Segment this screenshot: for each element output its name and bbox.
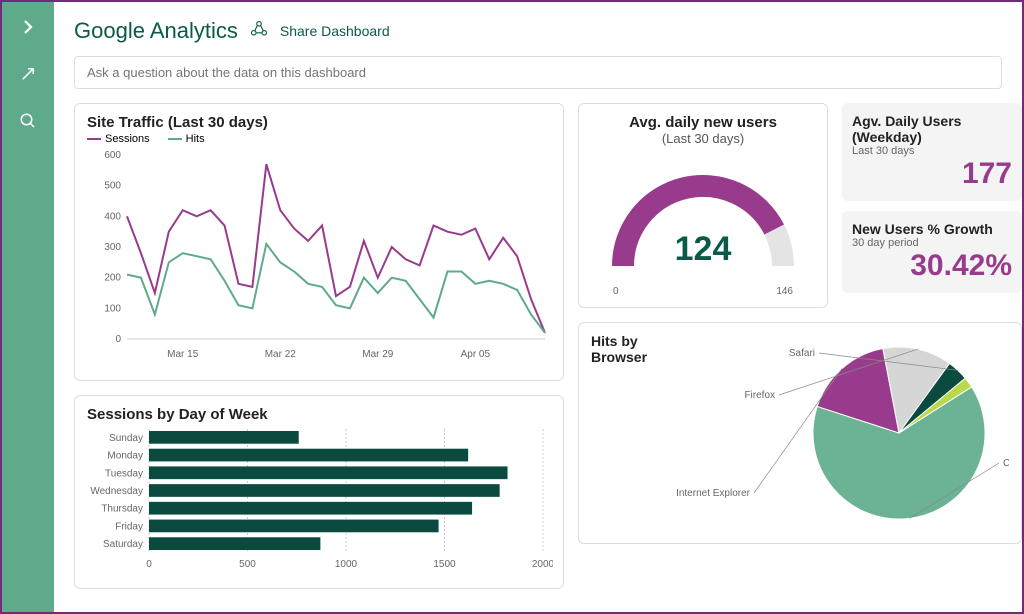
- header: Google Analytics Share Dashboard: [74, 18, 1002, 44]
- growth-card: New Users % Growth 30 day period 30.42%: [842, 211, 1022, 293]
- svg-text:300: 300: [104, 242, 121, 253]
- site-traffic-legend: Sessions Hits: [87, 133, 551, 145]
- share-button[interactable]: Share Dashboard: [280, 23, 390, 39]
- svg-text:500: 500: [104, 181, 121, 192]
- daily-users-value: 177: [852, 157, 1012, 191]
- svg-text:Safari: Safari: [789, 348, 815, 359]
- page-title: Google Analytics: [74, 18, 238, 44]
- pie-card: Hits by Browser Chrome Internet Explorer F…: [578, 322, 1022, 544]
- ask-input[interactable]: [74, 56, 1002, 89]
- search-icon[interactable]: [19, 112, 37, 135]
- svg-text:Mar 29: Mar 29: [362, 349, 394, 360]
- svg-text:Friday: Friday: [115, 521, 143, 532]
- arrow-expand-icon[interactable]: [19, 65, 37, 88]
- site-traffic-title: Site Traffic (Last 30 days): [87, 114, 551, 131]
- growth-value: 30.42%: [852, 249, 1012, 283]
- svg-text:124: 124: [675, 230, 732, 268]
- svg-text:Wednesday: Wednesday: [90, 486, 143, 497]
- svg-text:Mar 15: Mar 15: [167, 349, 199, 360]
- svg-text:Mar 22: Mar 22: [265, 349, 297, 360]
- share-icon[interactable]: [250, 20, 268, 43]
- svg-text:2000: 2000: [532, 559, 553, 570]
- legend-sessions: Sessions: [105, 133, 150, 145]
- svg-text:1500: 1500: [433, 559, 456, 570]
- svg-text:Sunday: Sunday: [109, 433, 143, 444]
- gauge-title: Avg. daily new users: [629, 114, 777, 131]
- gauge-min: 0: [613, 286, 619, 297]
- svg-text:0: 0: [115, 334, 121, 345]
- gauge-max: 146: [776, 286, 793, 297]
- svg-text:400: 400: [104, 211, 121, 222]
- sessions-dow-card: Sessions by Day of Week 0 500 1000 1500 2000…: [74, 395, 564, 589]
- svg-text:100: 100: [104, 303, 121, 314]
- main-content: Google Analytics Share Dashboard Site Tr…: [54, 2, 1022, 612]
- chevron-right-icon[interactable]: [19, 18, 37, 41]
- svg-text:Tuesday: Tuesday: [105, 468, 143, 479]
- daily-users-card: Agv. Daily Users (Weekday) Last 30 days …: [842, 103, 1022, 201]
- daily-users-title: Agv. Daily Users (Weekday): [852, 113, 1012, 145]
- svg-text:Monday: Monday: [107, 451, 143, 462]
- pie-title: Hits by Browser: [591, 333, 661, 365]
- svg-text:600: 600: [104, 150, 121, 161]
- svg-text:Thursday: Thursday: [101, 504, 143, 515]
- pie-chart: Chrome Internet Explorer Firefox Safari: [669, 333, 1009, 533]
- growth-sub: 30 day period: [852, 237, 1012, 249]
- sessions-dow-chart: 0 500 1000 1500 2000 Sunday Monday Tuesday Wedne…: [87, 423, 553, 573]
- svg-text:Chrome: Chrome: [1003, 458, 1009, 469]
- svg-text:Saturday: Saturday: [103, 539, 143, 550]
- svg-text:0: 0: [146, 559, 152, 570]
- gauge-chart: 124: [603, 146, 803, 286]
- svg-text:200: 200: [104, 273, 121, 284]
- svg-text:Apr 05: Apr 05: [461, 349, 491, 360]
- growth-title: New Users % Growth: [852, 221, 1012, 237]
- sessions-dow-title: Sessions by Day of Week: [87, 406, 551, 423]
- gauge-card: Avg. daily new users (Last 30 days) 124 …: [578, 103, 828, 308]
- legend-hits: Hits: [186, 133, 205, 145]
- gauge-sub: (Last 30 days): [662, 131, 744, 146]
- sidebar: [2, 2, 54, 612]
- svg-text:Internet Explorer: Internet Explorer: [676, 488, 751, 499]
- daily-users-sub: Last 30 days: [852, 145, 1012, 157]
- site-traffic-chart: 0 100 200 300 400 500 600 Mar 15 Mar 22 Mar 29 Apr…: [87, 145, 553, 365]
- site-traffic-card: Site Traffic (Last 30 days) Sessions Hit…: [74, 103, 564, 381]
- svg-text:Firefox: Firefox: [744, 390, 775, 401]
- svg-text:500: 500: [239, 559, 256, 570]
- svg-text:1000: 1000: [335, 559, 358, 570]
